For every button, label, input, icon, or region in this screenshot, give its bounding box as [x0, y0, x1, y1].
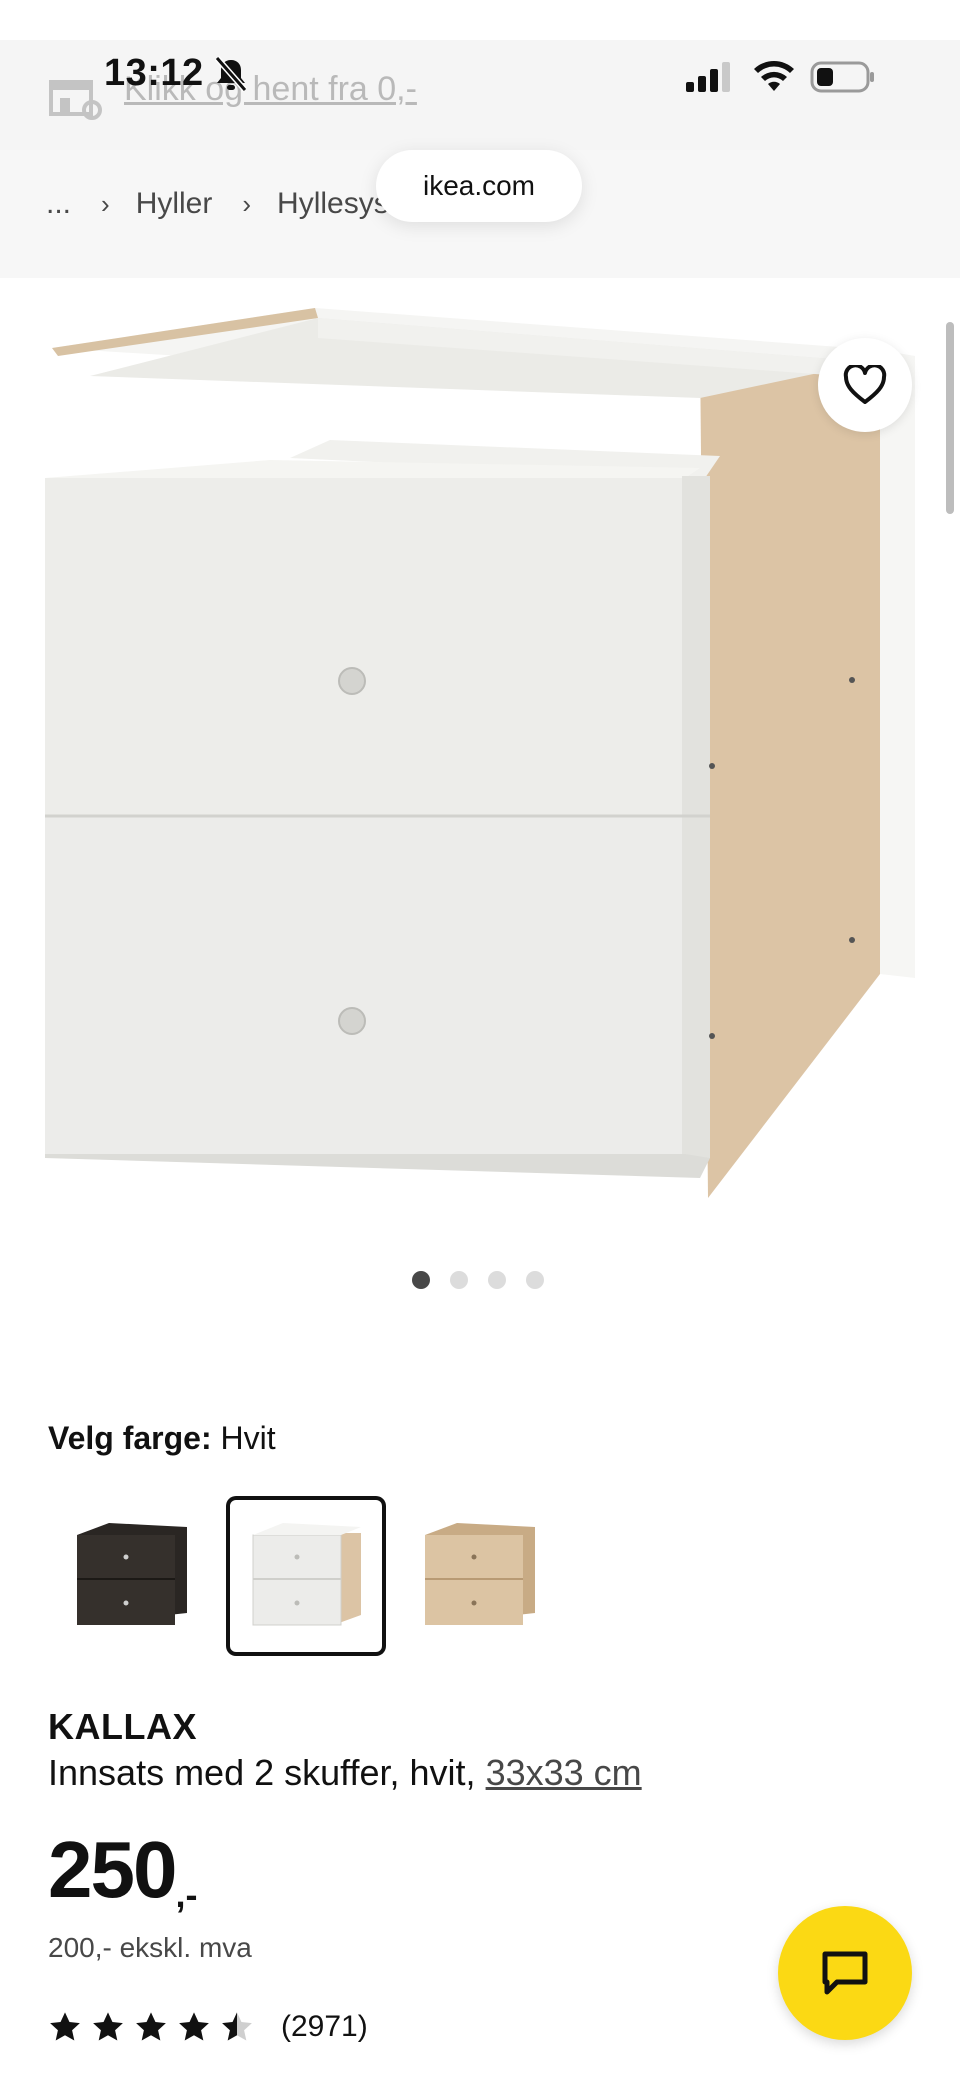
scrollbar[interactable]: [946, 322, 954, 514]
star-icon: [179, 2012, 209, 2041]
breadcrumb-ellipsis[interactable]: ...: [46, 187, 71, 221]
star-icon: [93, 2012, 123, 2041]
drawer-insert-black-thumbnail: [77, 1523, 187, 1625]
product-name: KALLAX: [48, 1706, 197, 1747]
chat-icon: [822, 1951, 868, 1995]
store-icon: [49, 80, 102, 120]
carousel-dot[interactable]: [450, 1271, 468, 1289]
star-half-icon: [222, 2012, 252, 2041]
color-swatch-oak[interactable]: [400, 1496, 560, 1656]
price-integer: 250: [48, 1825, 177, 1914]
chevron-right-icon: ›: [101, 188, 110, 219]
battery-icon: [810, 61, 874, 93]
price: 250 ,-: [48, 1830, 197, 1916]
product-image[interactable]: [0, 278, 960, 1250]
bell-slash-icon: [214, 56, 248, 92]
size-link[interactable]: 33x33 cm: [486, 1752, 642, 1793]
star-icon: [50, 2012, 80, 2041]
url-pill[interactable]: ikea.com: [376, 150, 582, 222]
star-icon: [136, 2012, 166, 2041]
color-swatch-white[interactable]: [226, 1496, 386, 1656]
breadcrumb-item-hyller[interactable]: Hyller: [136, 187, 213, 221]
color-label: Velg farge: Hvit: [48, 1420, 276, 1457]
product-description: Innsats med 2 skuffer, hvit, 33x33 cm: [48, 1752, 642, 1794]
heart-icon: [843, 365, 887, 404]
price-excl-vat: 200,- ekskl. mva: [48, 1932, 252, 1963]
favorite-button[interactable]: [818, 338, 912, 432]
chat-button[interactable]: [778, 1906, 912, 2040]
carousel-dots: [412, 1271, 544, 1289]
color-selected-value: Hvit: [220, 1420, 276, 1456]
color-label-title: Velg farge:: [48, 1420, 212, 1456]
carousel-dot[interactable]: [412, 1271, 430, 1289]
review-count[interactable]: (2971): [281, 2010, 368, 2044]
product-description-text: Innsats med 2 skuffer, hvit,: [48, 1752, 476, 1793]
cellular-signal-icon: [686, 62, 730, 92]
drawer-insert-oak-thumbnail: [425, 1523, 535, 1625]
carousel-dot[interactable]: [526, 1271, 544, 1289]
chevron-right-icon: ›: [242, 188, 252, 219]
status-time: 13:12: [104, 52, 204, 94]
drawer-insert-white-thumbnail: [252, 1523, 361, 1626]
breadcrumb: ... › Hyller › Hyllesyste: [46, 184, 414, 224]
wifi-icon: [754, 61, 794, 91]
price-suffix: ,-: [175, 1874, 198, 1915]
rating[interactable]: (2971): [48, 2010, 368, 2044]
carousel-dot[interactable]: [488, 1271, 506, 1289]
color-swatch-black[interactable]: [52, 1496, 212, 1656]
